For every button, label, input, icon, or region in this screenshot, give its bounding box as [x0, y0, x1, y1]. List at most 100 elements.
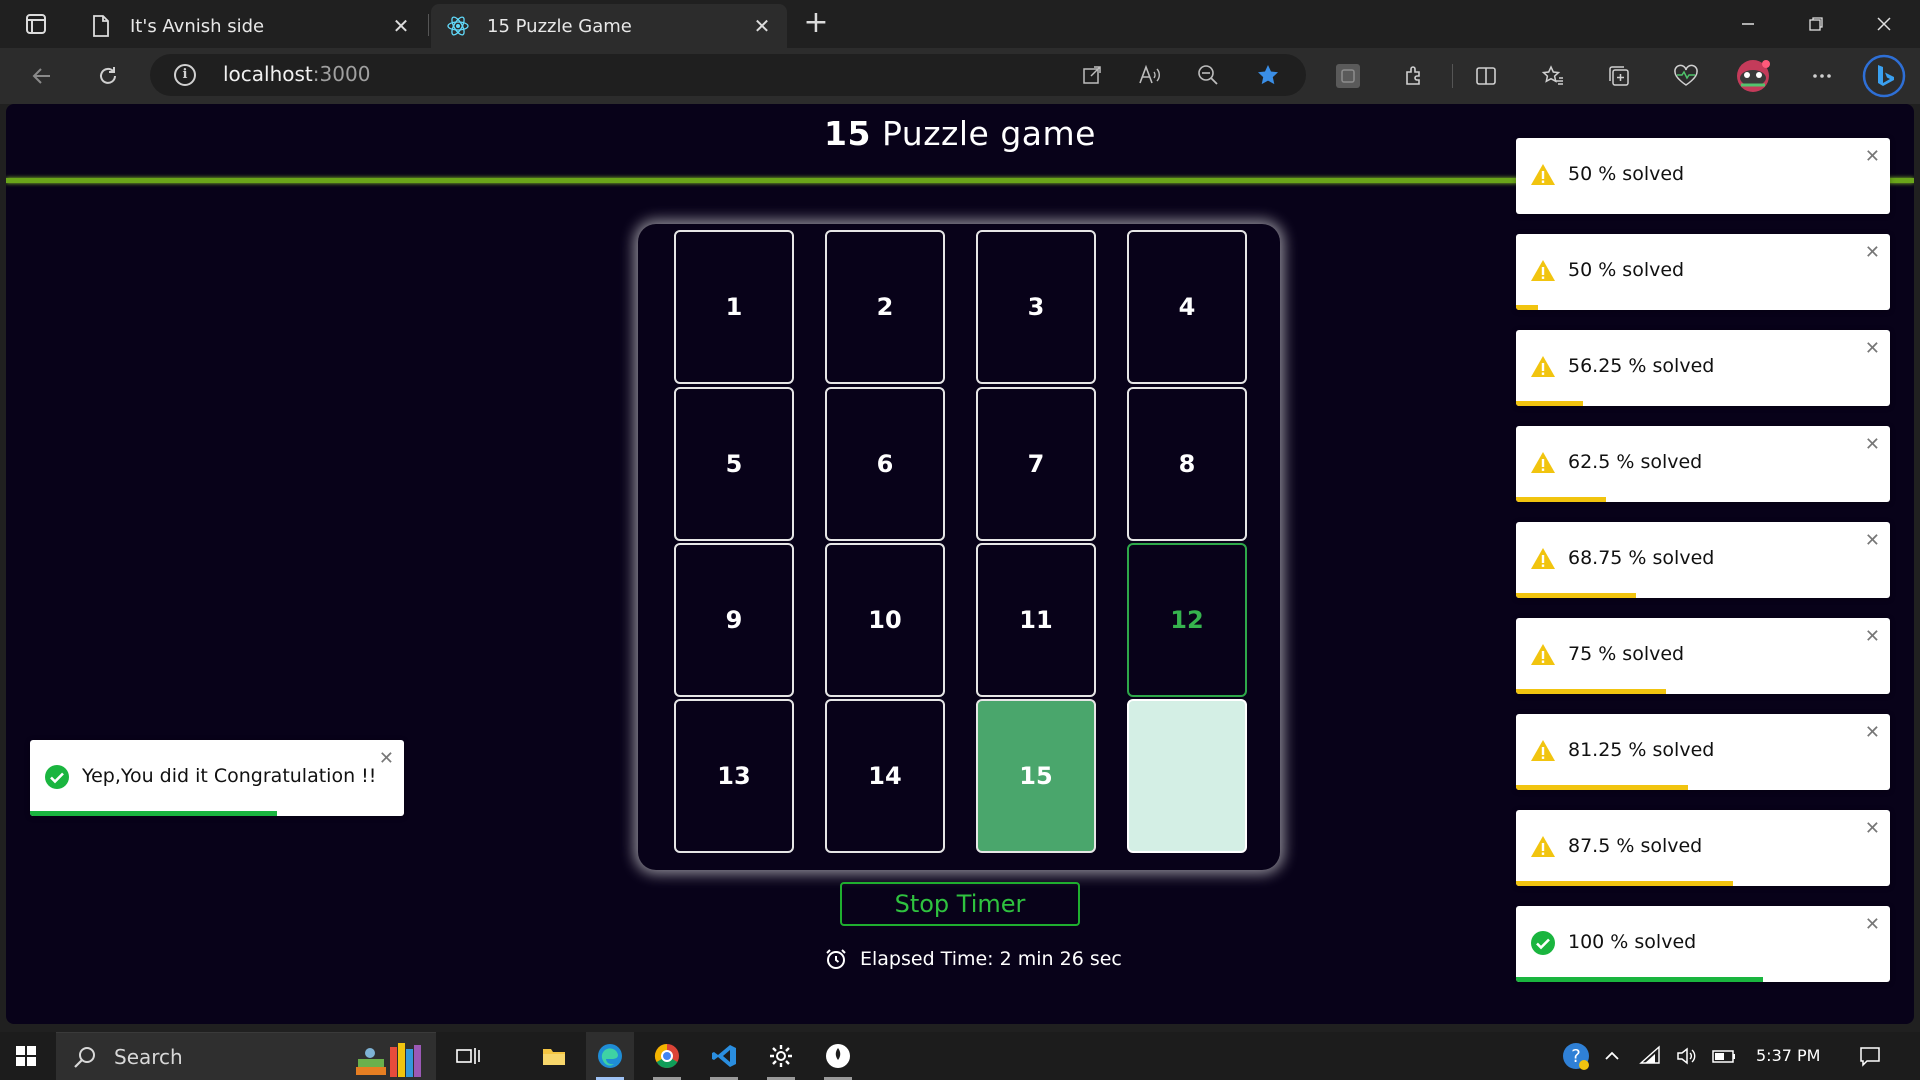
- toolbar-divider: [1452, 64, 1453, 88]
- puzzle-tile[interactable]: 3: [976, 230, 1096, 384]
- browser-toolbar: i localhost:3000: [0, 48, 1920, 104]
- close-toast-icon[interactable]: ✕: [1865, 244, 1880, 262]
- gear-icon: [770, 1045, 792, 1067]
- taskbar-search[interactable]: Search: [56, 1032, 436, 1080]
- puzzle-tile[interactable]: 1: [674, 230, 794, 384]
- app-taskbar-button[interactable]: [814, 1032, 862, 1080]
- close-tab-icon[interactable]: ✕: [751, 15, 773, 37]
- minimize-button[interactable]: [1714, 0, 1782, 48]
- puzzle-tile[interactable]: 11: [976, 543, 1096, 697]
- notifications-button[interactable]: [1846, 1032, 1894, 1080]
- puzzle-tile[interactable]: 8: [1127, 387, 1247, 541]
- warning-icon: [1531, 452, 1555, 473]
- open-in-app-icon[interactable]: [1077, 60, 1107, 90]
- tab-avnish-side[interactable]: It's Avnish side ✕: [74, 4, 426, 48]
- stop-timer-button[interactable]: Stop Timer: [840, 882, 1080, 926]
- zoom-out-icon[interactable]: [1193, 60, 1223, 90]
- puzzle-tile[interactable]: 5: [674, 387, 794, 541]
- url-text: localhost:3000: [223, 62, 371, 86]
- close-toast-icon[interactable]: ✕: [1865, 628, 1880, 646]
- settings-more-button[interactable]: [1804, 58, 1840, 94]
- puzzle-tile[interactable]: 15: [976, 699, 1096, 853]
- profile-button[interactable]: [1735, 58, 1771, 94]
- site-info-icon[interactable]: i: [174, 64, 196, 86]
- close-window-button[interactable]: [1850, 0, 1918, 48]
- tab-label: It's Avnish side: [130, 15, 265, 37]
- toast-message: 50 % solved: [1568, 163, 1685, 185]
- puzzle-tile[interactable]: 14: [825, 699, 945, 853]
- extension-button[interactable]: [1330, 58, 1366, 94]
- close-icon: [1877, 17, 1891, 31]
- collections-button[interactable]: [1601, 58, 1637, 94]
- tab-15-puzzle-game[interactable]: 15 Puzzle Game ✕: [431, 4, 787, 48]
- warning-icon: [1531, 836, 1555, 857]
- file-explorer-button[interactable]: [530, 1032, 578, 1080]
- toast-message: 50 % solved: [1568, 259, 1685, 281]
- read-aloud-icon[interactable]: [1135, 60, 1165, 90]
- progress-toast: 100 % solved ✕: [1516, 906, 1890, 982]
- puzzle-tile[interactable]: 13: [674, 699, 794, 853]
- volume-button[interactable]: [1666, 1032, 1706, 1080]
- copilot-button[interactable]: [1862, 54, 1906, 98]
- toast-message: 81.25 % solved: [1568, 739, 1715, 761]
- task-view-icon: [456, 1048, 480, 1064]
- puzzle-tile[interactable]: 10: [825, 543, 945, 697]
- puzzle-tile[interactable]: 12: [1127, 543, 1247, 697]
- settings-taskbar-button[interactable]: [757, 1032, 805, 1080]
- tab-label: 15 Puzzle Game: [487, 15, 632, 37]
- close-toast-icon[interactable]: ✕: [1865, 436, 1880, 454]
- puzzle-tile[interactable]: 6: [825, 387, 945, 541]
- show-hidden-icons-button[interactable]: [1592, 1032, 1632, 1080]
- toast-progress-bar: [1516, 881, 1733, 886]
- favorite-star-icon[interactable]: [1253, 60, 1283, 90]
- chevron-up-icon: [1605, 1051, 1619, 1060]
- network-button[interactable]: [1630, 1032, 1670, 1080]
- alarm-clock-icon: [826, 949, 846, 969]
- puzzle-tile[interactable]: 2: [825, 230, 945, 384]
- back-button[interactable]: [24, 58, 60, 94]
- restore-button[interactable]: [1782, 0, 1850, 48]
- taskbar-clock[interactable]: 5:37 PM: [1756, 1046, 1820, 1065]
- address-bar[interactable]: i localhost:3000: [150, 54, 1306, 96]
- battery-button[interactable]: [1704, 1032, 1744, 1080]
- new-tab-button[interactable]: +: [800, 8, 832, 40]
- close-toast-icon[interactable]: ✕: [1865, 916, 1880, 934]
- edge-taskbar-button[interactable]: [586, 1032, 634, 1080]
- close-tab-icon[interactable]: ✕: [390, 15, 412, 37]
- refresh-button[interactable]: [90, 58, 126, 94]
- warning-icon: [1531, 740, 1555, 761]
- toast-progress-bar: [1516, 593, 1636, 598]
- close-toast-icon[interactable]: ✕: [1865, 532, 1880, 550]
- search-label: Search: [114, 1045, 183, 1069]
- start-button[interactable]: [2, 1032, 50, 1080]
- close-toast-icon[interactable]: ✕: [1865, 340, 1880, 358]
- puzzle-piece-icon: [1406, 66, 1420, 85]
- search-icon: [74, 1047, 95, 1068]
- close-toast-icon[interactable]: ✕: [1865, 148, 1880, 166]
- split-screen-icon: [1476, 67, 1496, 85]
- speaker-icon: [1677, 1047, 1696, 1065]
- chrome-taskbar-button[interactable]: [643, 1032, 691, 1080]
- close-toast-icon[interactable]: ✕: [1865, 820, 1880, 838]
- puzzle-tile[interactable]: 7: [976, 387, 1096, 541]
- split-screen-button[interactable]: [1468, 58, 1504, 94]
- tab-actions-menu[interactable]: [18, 10, 54, 38]
- favorites-button[interactable]: [1535, 58, 1571, 94]
- close-toast-icon[interactable]: ✕: [1865, 724, 1880, 742]
- toast-message: Yep,You did it Congratulation !!: [82, 765, 377, 787]
- empty-tile[interactable]: [1127, 699, 1247, 853]
- close-toast-icon[interactable]: ✕: [379, 750, 394, 768]
- warning-icon: [1531, 644, 1555, 665]
- edge-icon: [598, 1044, 622, 1068]
- progress-toast: 62.5 % solved ✕: [1516, 426, 1890, 502]
- puzzle-tile[interactable]: 9: [674, 543, 794, 697]
- progress-toast: 56.25 % solved ✕: [1516, 330, 1890, 406]
- browser-essentials-button[interactable]: [1668, 58, 1704, 94]
- extensions-button[interactable]: [1396, 58, 1432, 94]
- progress-toast: 81.25 % solved ✕: [1516, 714, 1890, 790]
- vscode-taskbar-button[interactable]: [700, 1032, 748, 1080]
- puzzle-tile[interactable]: 4: [1127, 230, 1247, 384]
- task-view-button[interactable]: [444, 1032, 492, 1080]
- tab-actions-icon: [26, 14, 46, 34]
- bing-icon: [1862, 54, 1906, 98]
